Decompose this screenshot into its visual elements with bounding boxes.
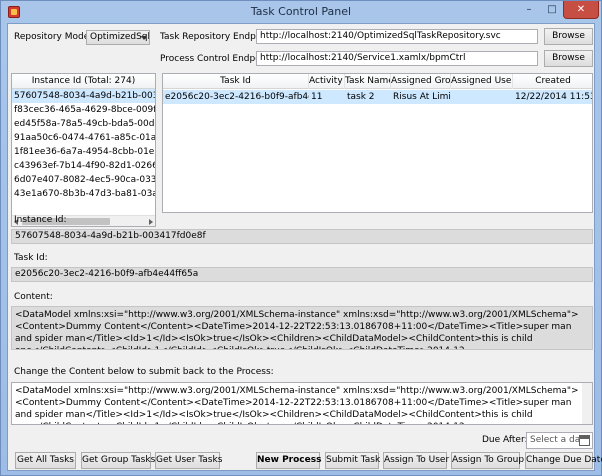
process-endpoint-input[interactable]: http://localhost:2140/Service1.xamlx/bpm… bbox=[256, 51, 538, 66]
column-header-created[interactable]: Created bbox=[513, 74, 592, 89]
change-due-date-button[interactable]: Change Due Date bbox=[525, 452, 602, 469]
column-header-assigned-user[interactable]: Assigned User bbox=[451, 74, 513, 89]
list-item[interactable]: f83cec36-465a-4629-8bce-009f7f0c bbox=[12, 103, 155, 117]
table-row[interactable]: e2056c20-3ec2-4216-b0f9-afb4e44ff65a 11 … bbox=[163, 90, 592, 104]
repository-mode-dropdown[interactable]: OptimizedSql bbox=[86, 30, 150, 45]
browse-task-endpoint-button[interactable]: Browse bbox=[544, 28, 593, 45]
instance-list[interactable]: Instance Id (Total: 274) 57607548-8034-4… bbox=[11, 73, 156, 227]
cell-assigned-group: Risus At Limited bbox=[393, 92, 451, 102]
repository-mode-label: Repository Mode: bbox=[14, 32, 93, 42]
due-date-picker[interactable]: Select a date bbox=[526, 432, 593, 449]
column-header-task-id[interactable]: Task Id bbox=[163, 74, 309, 89]
get-all-tasks-button[interactable]: Get All Tasks bbox=[15, 452, 76, 469]
close-button[interactable]: ✕ bbox=[563, 1, 599, 19]
list-item[interactable]: 43e1a670-8b3b-47d3-ba81-03a7b bbox=[12, 187, 155, 201]
content-label: Content: bbox=[14, 292, 53, 302]
column-header-activity-id[interactable]: Activity Id bbox=[309, 74, 345, 89]
cell-activity-id: 11 bbox=[311, 92, 323, 102]
task-id-value: e2056c20-3ec2-4216-b0f9-afb4e44ff65a bbox=[11, 267, 593, 282]
task-id-label: Task Id: bbox=[14, 253, 48, 263]
change-content-text[interactable]: <DataModel xmlns:xsi="http://www.w3.org/… bbox=[15, 385, 581, 424]
editor-scrollbar[interactable] bbox=[582, 383, 592, 424]
list-item[interactable]: c43963ef-7b14-4f90-82d1-0266cfb bbox=[12, 159, 155, 173]
cell-assigned-user bbox=[451, 90, 513, 104]
calendar-icon[interactable] bbox=[579, 435, 590, 446]
browse-process-endpoint-button[interactable]: Browse bbox=[544, 50, 593, 67]
task-grid-header: Task Id Activity Id Task Name Assigned G… bbox=[163, 74, 592, 89]
list-item[interactable]: 91aa50c6-0474-4761-a85c-01ae71 bbox=[12, 131, 155, 145]
instance-id-label: Instance Id: bbox=[14, 215, 67, 225]
window-title: Task Control Panel bbox=[250, 5, 352, 18]
change-content-label: Change the Content below to submit back … bbox=[14, 367, 274, 377]
task-control-panel-window: Task Control Panel – □ ✕ Repository Mode… bbox=[0, 0, 602, 476]
assign-to-user-button[interactable]: Assign To User bbox=[383, 452, 449, 469]
task-grid[interactable]: Task Id Activity Id Task Name Assigned G… bbox=[162, 73, 593, 213]
content-value: <DataModel xmlns:xsi="http://www.w3.org/… bbox=[11, 306, 593, 350]
list-item[interactable]: 6d07e407-8082-4ec5-90ca-0334dd bbox=[12, 173, 155, 187]
assign-to-group-button[interactable]: Assign To Group bbox=[451, 452, 524, 469]
title-bar[interactable]: Task Control Panel – □ ✕ bbox=[1, 1, 601, 23]
scroll-right-icon[interactable] bbox=[149, 219, 153, 225]
change-content-editor[interactable]: <DataModel xmlns:xsi="http://www.w3.org/… bbox=[11, 382, 593, 425]
cell-task-name: task 2 bbox=[347, 92, 375, 102]
list-item[interactable]: 57607548-8034-4a9d-b21b-003417fd0e8f bbox=[12, 89, 155, 103]
instance-id-value: 57607548-8034-4a9d-b21b-003417fd0e8f bbox=[11, 229, 593, 244]
due-after-label: Due After: bbox=[482, 435, 528, 445]
new-process-button[interactable]: New Process bbox=[256, 452, 321, 469]
submit-task-button[interactable]: Submit Task bbox=[325, 452, 380, 469]
instance-list-header: Instance Id (Total: 274) bbox=[12, 74, 155, 89]
minimize-button[interactable]: – bbox=[517, 1, 541, 19]
column-header-assigned-group[interactable]: Assigned Group bbox=[391, 74, 451, 89]
task-endpoint-input[interactable]: http://localhost:2140/OptimizedSqlTaskRe… bbox=[256, 29, 538, 44]
maximize-button[interactable]: □ bbox=[541, 1, 563, 19]
column-header-task-name[interactable]: Task Name bbox=[345, 74, 391, 89]
list-item[interactable]: ed45f58a-78a5-49cb-bda5-00d489 bbox=[12, 117, 155, 131]
cell-task-id: e2056c20-3ec2-4216-b0f9-afb4e44ff65a bbox=[165, 92, 309, 102]
chevron-down-icon bbox=[141, 36, 147, 40]
get-group-tasks-button[interactable]: Get Group Tasks bbox=[81, 452, 155, 469]
list-item[interactable]: 1f81ee36-6a7a-4954-8cbb-01e3b8 bbox=[12, 145, 155, 159]
cell-created: 12/22/2014 11:53:13 AM bbox=[515, 92, 592, 102]
client-area: Repository Mode: OptimizedSql Task Repos… bbox=[7, 23, 602, 471]
get-user-tasks-button[interactable]: Get User Tasks bbox=[155, 452, 222, 469]
